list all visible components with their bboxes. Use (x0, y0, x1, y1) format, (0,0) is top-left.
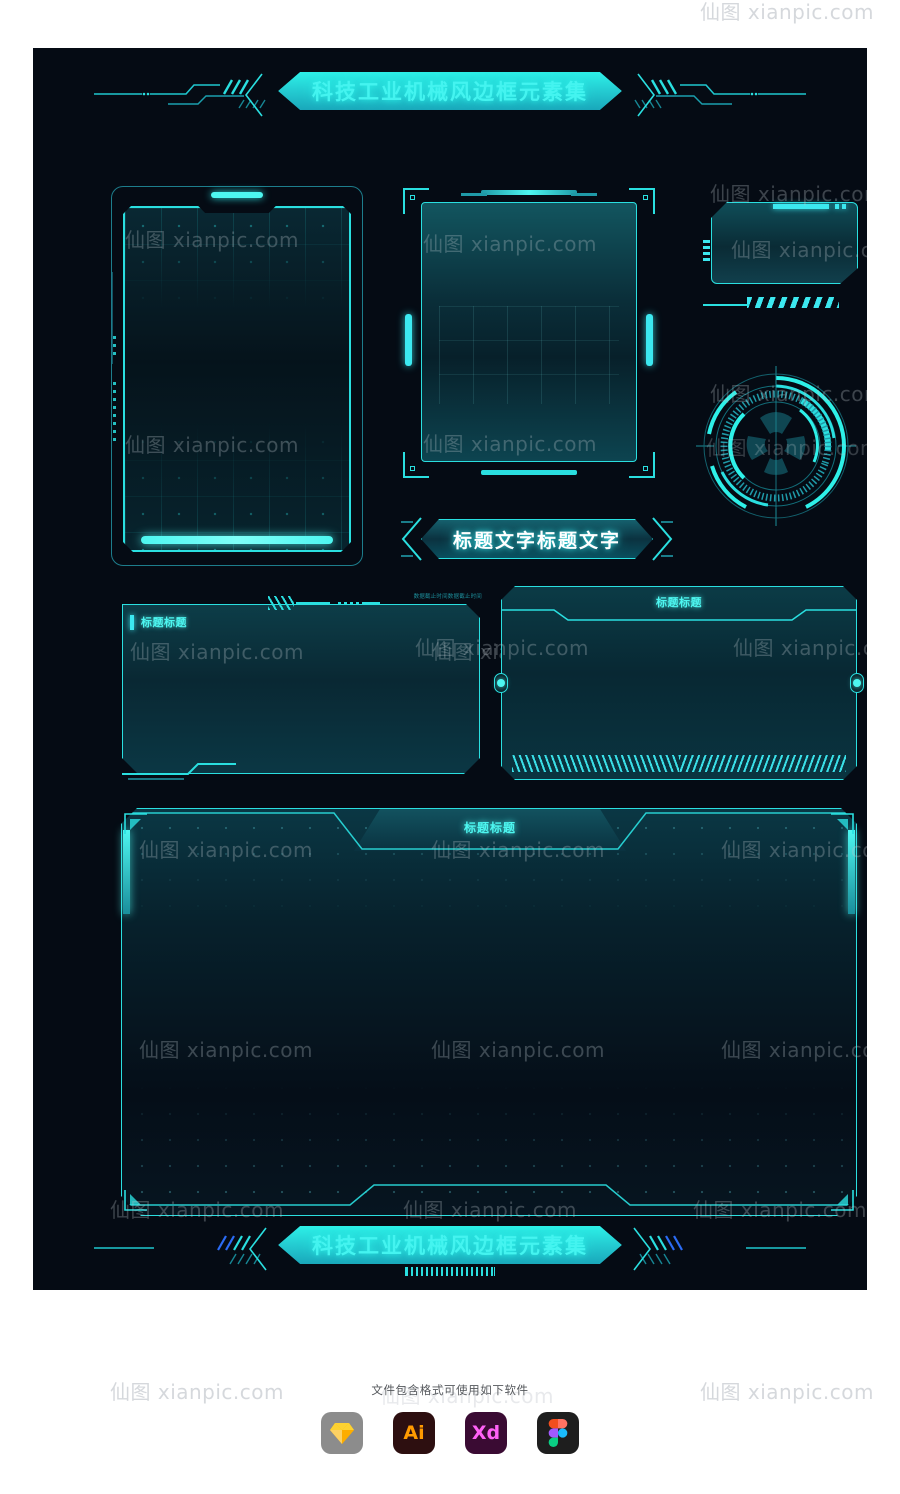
ribbon-label: 标题文字标题文字 (452, 529, 621, 552)
banner-wing-left-icon (94, 73, 266, 117)
panel-head-line (362, 602, 380, 604)
footer-title: 科技工业机械风边框元素集 (312, 1234, 588, 1258)
sketch-icon[interactable] (321, 1412, 363, 1454)
panel-right: 标题标题 仙图 xianpic.com 仙图 xianpic.com (415, 586, 867, 780)
software-section: 文件包含格式可使用如下软件 Ai Xd (0, 1382, 900, 1454)
banner-wing-right-icon (634, 73, 806, 117)
screenshot-canvas: 仙图 xianpic.com 仙图 xianpic.com 仙图 xianpic… (0, 0, 900, 1494)
title-ribbon: 标题文字标题文字 (399, 516, 675, 562)
panel-slash-marks-icon (268, 596, 294, 610)
footer-banner: 科技工业机械风边框元素集 (33, 1222, 867, 1271)
panel-big-dot-grid (128, 815, 850, 1209)
top-mini-bar (461, 193, 487, 196)
rounded-corner-panel: 仙图 xianpic.com (703, 198, 867, 308)
header-banner: 科技工业机械风边框元素集 (33, 68, 867, 117)
panel-top-strip (842, 204, 846, 209)
panel-tail-line (703, 304, 749, 306)
bottom-tab (481, 470, 577, 475)
corner-bracket-bottom-left-icon (124, 1190, 147, 1211)
panel-head-line (296, 602, 330, 604)
corner-bracket-bottom-right-icon (831, 1190, 854, 1211)
panel-right-body: 标题标题 (501, 586, 857, 780)
bracket-screen-frame: 仙图 xianpic.com 仙图 xianpic.com (403, 188, 655, 478)
rounded-panel-body (711, 202, 858, 284)
circular-hud-icon (696, 366, 856, 526)
panel-big: 标题标题 仙图 xianpic.com 仙图 xianpic.com 仙图 xi… (121, 808, 867, 1216)
banner-wing-right-icon (633, 1227, 806, 1271)
illustrator-label: Ai (403, 1422, 425, 1444)
illustrator-icon[interactable]: Ai (393, 1412, 435, 1454)
header-title: 科技工业机械风边框元素集 (312, 80, 588, 104)
panel-hatch-stripes (747, 297, 839, 308)
grid-tablet-frame: 仙图 xianpic.com 仙图 xianpic.com (111, 186, 363, 566)
tablet-bottom-bar (141, 536, 333, 544)
corner-bracket-top-right-icon (831, 813, 854, 834)
panel-left-title: 标题标题 (141, 616, 187, 629)
footer-banner-plate: 科技工业机械风边框元素集 (278, 1226, 622, 1264)
panel-knob-left[interactable] (494, 673, 508, 693)
tablet-side-dots (113, 382, 116, 446)
panel-right-header-divider-icon (502, 607, 857, 623)
panel-big-bottom-divider-icon (122, 1181, 857, 1215)
xd-label: Xd (471, 1422, 501, 1444)
panel-side-dots (703, 240, 710, 264)
corner-bracket-bottom-right-icon (629, 452, 655, 478)
banner-wing-left-icon (94, 1227, 267, 1271)
header-accent-bar (130, 614, 134, 630)
panel-head-dots (338, 602, 359, 605)
corner-square-icon (643, 195, 648, 200)
top-mini-bar (571, 193, 597, 196)
panel-left: 数据截止时间数据截止时间 标题标题 仙图 xianpic.com 仙图 xian… (116, 588, 606, 780)
corner-bracket-top-right-icon (629, 188, 655, 214)
tablet-top-tab (211, 192, 263, 198)
corner-square-icon (410, 466, 415, 471)
panel-left-header: 标题标题 (130, 614, 187, 630)
panel-left-bottom-accent-icon (122, 763, 236, 780)
panel-big-top-divider-icon (122, 809, 857, 857)
panel-right-hatch (512, 755, 846, 772)
sketch-diamond-icon (330, 1423, 354, 1444)
figma-logo-icon (548, 1419, 568, 1447)
tablet-left-rail-icon (111, 272, 113, 364)
software-caption: 文件包含格式可使用如下软件 (371, 1383, 529, 1397)
software-icon-row: Ai Xd (0, 1412, 900, 1454)
bracket-screen-display (421, 202, 637, 462)
circular-hud: 仙图 xianpic.com (696, 366, 867, 526)
top-tab (481, 190, 577, 195)
corner-bracket-top-left-icon (124, 813, 147, 834)
corner-bracket-top-left-icon (403, 188, 429, 214)
side-tab-right (646, 314, 653, 366)
corner-bracket-bottom-left-icon (403, 452, 429, 478)
corner-square-icon (410, 195, 415, 200)
panel-left-meta: 数据截止时间数据截止时间 (413, 594, 482, 600)
tablet-grid-pattern (125, 208, 349, 550)
bracket-screen-grid (439, 306, 619, 405)
figma-icon[interactable] (537, 1412, 579, 1454)
tablet-screen (123, 206, 351, 552)
xd-icon[interactable]: Xd (465, 1412, 507, 1454)
side-tab-left (405, 314, 412, 366)
panel-top-strip (773, 204, 829, 209)
panel-big-body: 标题标题 (121, 808, 857, 1216)
panel-knob-right[interactable] (850, 673, 864, 693)
corner-square-icon (643, 466, 648, 471)
ribbon-plate: 标题文字标题文字 (421, 519, 653, 559)
design-board: 科技工业机械风边框元素集 仙图 xianpic.com 仙图 xianpic.c… (33, 48, 867, 1290)
watermark: 仙图 xianpic.com (700, 0, 875, 24)
footer-tick-strip (405, 1267, 495, 1276)
header-banner-plate: 科技工业机械风边框元素集 (278, 72, 622, 110)
panel-top-strip (835, 204, 839, 209)
